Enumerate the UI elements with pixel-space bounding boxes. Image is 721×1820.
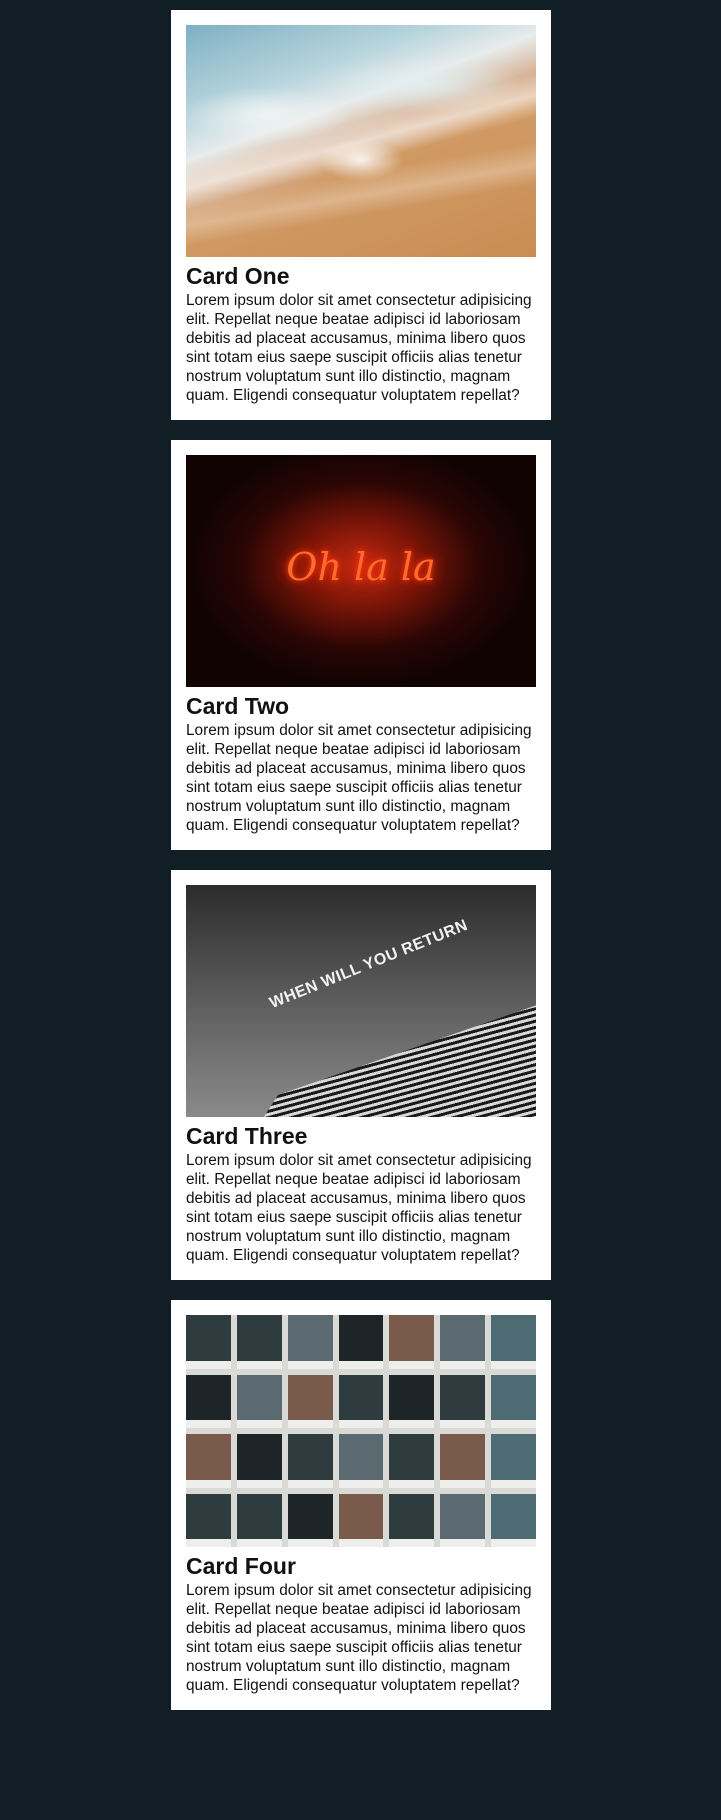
card-text: Lorem ipsum dolor sit amet consectetur a… (186, 1582, 532, 1694)
building-facade (246, 995, 536, 1117)
wave-foam (186, 25, 536, 257)
building-sign-image: WHEN WILL YOU RETURN (186, 885, 536, 1117)
beach-waves-image (186, 25, 536, 257)
neon-sign-image: Oh la la (186, 455, 536, 687)
building-sign-text: WHEN WILL YOU RETURN (267, 916, 471, 1013)
card-list: Card One Lorem ipsum dolor sit amet cons… (171, 10, 551, 1730)
card-text: Lorem ipsum dolor sit amet consectetur a… (186, 292, 532, 404)
card-one: Card One Lorem ipsum dolor sit amet cons… (171, 10, 551, 420)
card-title: Card Two (186, 693, 290, 719)
card-four: Card Four Lorem ipsum dolor sit amet con… (171, 1300, 551, 1710)
polaroid-grid-image (186, 1315, 536, 1547)
neon-sign-text: Oh la la (286, 545, 436, 589)
card-text: Lorem ipsum dolor sit amet consectetur a… (186, 722, 532, 834)
card-three: WHEN WILL YOU RETURN Card Three Lorem ip… (171, 870, 551, 1280)
polaroid-grid (186, 1315, 536, 1547)
card-two: Oh la la Card Two Lorem ipsum dolor sit … (171, 440, 551, 850)
card-title: Card Three (186, 1123, 308, 1149)
card-title: Card One (186, 263, 290, 289)
card-title: Card Four (186, 1553, 296, 1579)
card-text: Lorem ipsum dolor sit amet consectetur a… (186, 1152, 532, 1264)
